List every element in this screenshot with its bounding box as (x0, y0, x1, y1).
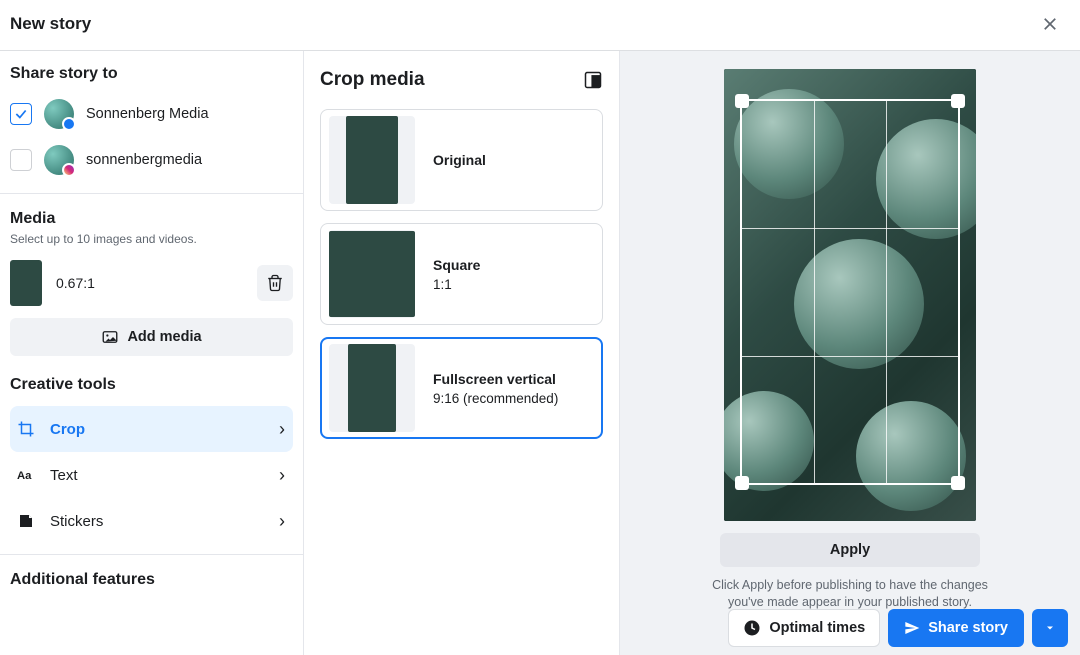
tools-heading: Creative tools (10, 376, 293, 394)
account-name: sonnenbergmedia (86, 152, 202, 168)
footer-actions: Optimal times Share story (728, 609, 1068, 647)
modal-header: New story (0, 0, 1080, 51)
chevron-right-icon: › (279, 465, 285, 486)
share-more-button[interactable] (1032, 609, 1068, 647)
svg-text:Aa: Aa (17, 470, 32, 482)
add-media-label: Add media (127, 329, 201, 345)
sidebar: Share story to Sonnenberg Media sonnenbe… (0, 51, 304, 655)
optimal-times-label: Optimal times (769, 620, 865, 636)
crop-handle-bl[interactable] (735, 476, 749, 490)
share-account-row[interactable]: Sonnenberg Media (10, 95, 293, 141)
crop-thumb (348, 344, 396, 432)
crop-option-original[interactable]: Original (320, 109, 603, 211)
sticker-icon (16, 511, 36, 531)
instagram-badge-icon (62, 163, 76, 177)
media-thumbnail[interactable] (10, 260, 42, 306)
check-icon (14, 107, 28, 121)
crop-option-square[interactable]: Square 1:1 (320, 223, 603, 325)
avatar (44, 99, 74, 129)
crop-option-title: Fullscreen vertical (433, 371, 558, 387)
delete-media-button[interactable] (257, 265, 293, 301)
facebook-badge-icon (62, 117, 76, 131)
crop-handle-tl[interactable] (735, 94, 749, 108)
crop-option-title: Original (433, 152, 486, 168)
text-icon: Aa (16, 465, 36, 485)
apply-hint: Click Apply before publishing to have th… (710, 577, 990, 611)
preview-stage[interactable] (724, 69, 976, 521)
media-ratio: 0.67:1 (56, 275, 243, 291)
share-story-button[interactable]: Share story (888, 609, 1024, 647)
crop-icon (16, 419, 36, 439)
add-media-button[interactable]: Add media (10, 318, 293, 356)
clock-icon (743, 619, 761, 637)
caret-down-icon (1044, 622, 1056, 634)
modal-body: Share story to Sonnenberg Media sonnenbe… (0, 51, 1080, 655)
tool-text[interactable]: Aa Text › (10, 452, 293, 498)
media-item-row: 0.67:1 (10, 260, 293, 306)
share-story-label: Share story (928, 620, 1008, 636)
send-icon (904, 620, 920, 636)
crop-option-sub: 9:16 (recommended) (433, 391, 558, 406)
tool-label: Text (50, 467, 78, 484)
close-button[interactable] (1036, 10, 1064, 38)
optimal-times-button[interactable]: Optimal times (728, 609, 880, 647)
crop-thumb (346, 116, 398, 204)
divider (0, 554, 303, 555)
checkbox-sonnenbergmedia[interactable] (10, 149, 32, 171)
crop-panel: Crop media Original Square 1:1 Fullscree… (304, 51, 620, 655)
crop-thumb (329, 231, 415, 317)
crop-option-sub: 1:1 (433, 277, 480, 292)
close-icon (1041, 15, 1059, 33)
media-hint: Select up to 10 images and videos. (10, 232, 293, 246)
tool-label: Stickers (50, 513, 103, 530)
modal-title: New story (10, 14, 91, 34)
crop-handle-br[interactable] (951, 476, 965, 490)
crop-heading: Crop media (320, 69, 425, 91)
tool-label: Crop (50, 421, 85, 438)
share-account-row[interactable]: sonnenbergmedia (10, 141, 293, 187)
chevron-right-icon: › (279, 419, 285, 440)
media-heading: Media (10, 210, 293, 228)
crop-option-fullscreen[interactable]: Fullscreen vertical 9:16 (recommended) (320, 337, 603, 439)
trash-icon (266, 274, 284, 292)
apply-label: Apply (830, 542, 870, 558)
additional-heading: Additional features (10, 571, 293, 589)
divider (0, 193, 303, 194)
preview-panel: Apply Click Apply before publishing to h… (620, 51, 1080, 655)
aspect-icon[interactable] (583, 70, 603, 90)
image-plus-icon (101, 328, 119, 346)
share-heading: Share story to (10, 65, 293, 83)
apply-button[interactable]: Apply (720, 533, 980, 567)
crop-handle-tr[interactable] (951, 94, 965, 108)
crop-frame[interactable] (740, 99, 960, 485)
checkbox-sonnenberg-media[interactable] (10, 103, 32, 125)
chevron-right-icon: › (279, 511, 285, 532)
avatar (44, 145, 74, 175)
account-name: Sonnenberg Media (86, 106, 209, 122)
tool-crop[interactable]: Crop › (10, 406, 293, 452)
tool-stickers[interactable]: Stickers › (10, 498, 293, 544)
crop-option-title: Square (433, 257, 480, 273)
